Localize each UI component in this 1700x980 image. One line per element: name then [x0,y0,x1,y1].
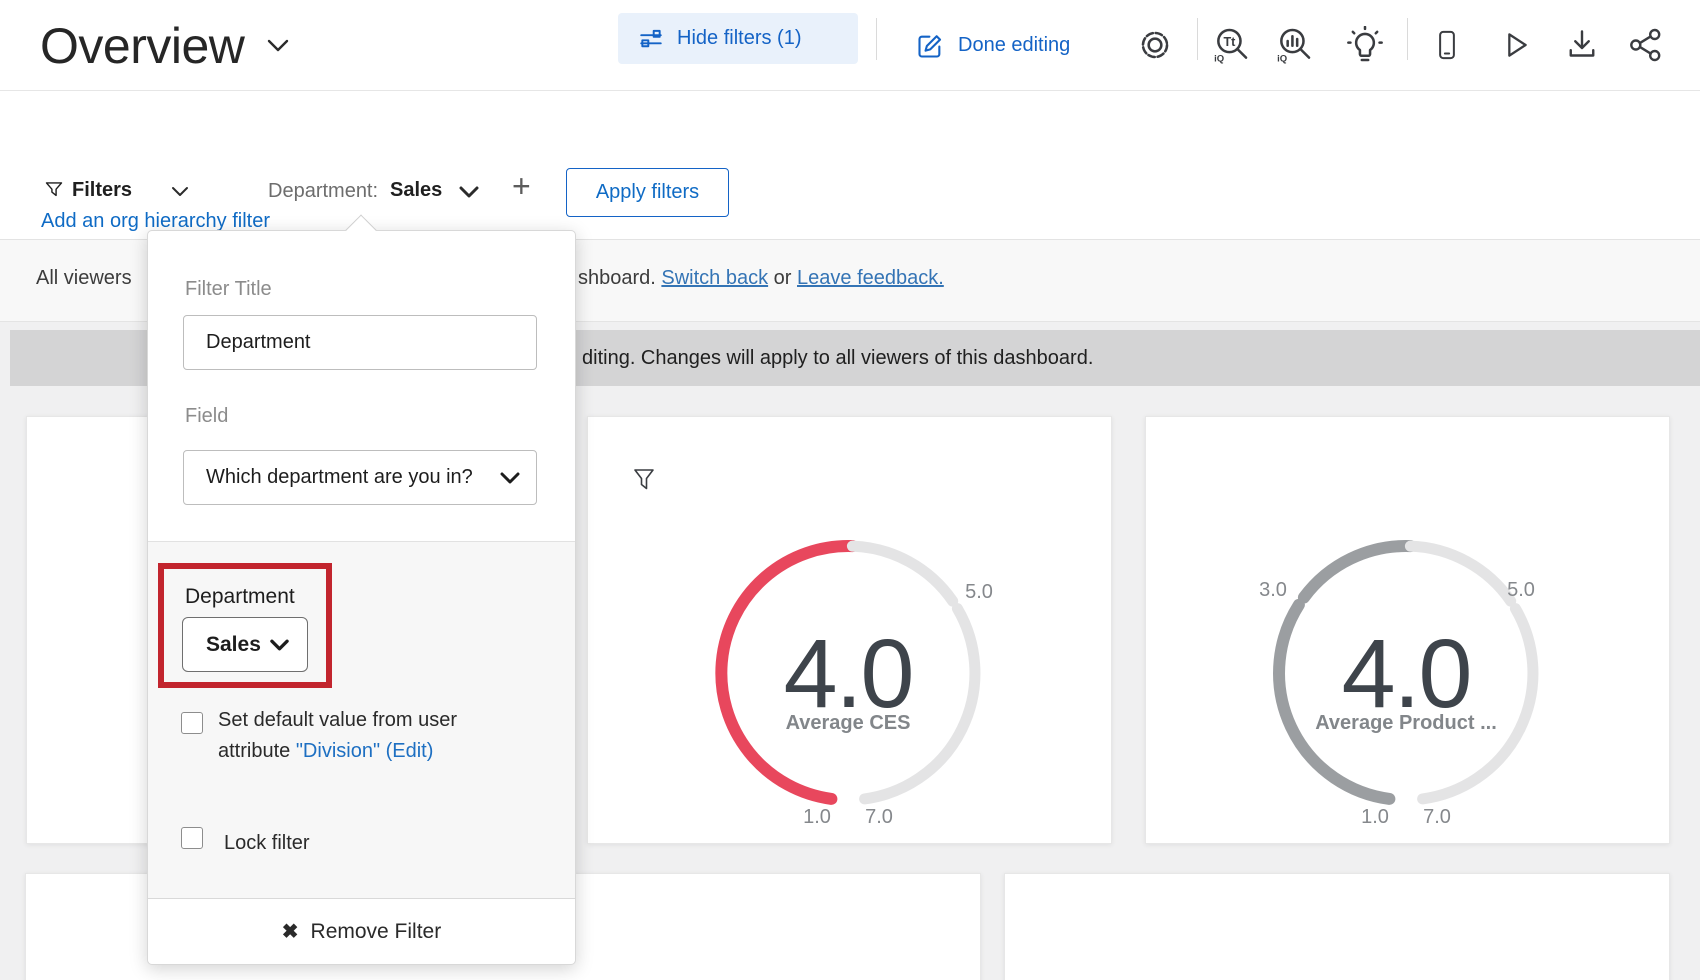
toolbar-divider [1197,18,1198,60]
hide-filters-button[interactable]: Hide filters (1) [618,13,858,64]
text-iq-icon[interactable]: Tt iQ [1212,26,1250,64]
or-text: or [768,267,797,289]
default-value-label: Set default value from user attribute "Di… [218,705,488,767]
sliders-icon [636,26,666,52]
lock-filter-checkbox[interactable] [181,827,203,849]
viewers-notice-text: shboard. [578,267,661,289]
stats-iq-icon[interactable]: iQ [1275,26,1313,64]
department-dropdown-chevron-down-icon [270,639,289,651]
lightbulb-icon[interactable] [1346,26,1384,64]
switch-back-link[interactable]: Switch back [661,267,768,289]
department-value-label: Sales [206,633,261,657]
filter-title-input-value: Department [206,331,311,354]
toolbar-divider [876,18,877,60]
dashboard-page: Overview Hide filters (1) Done editing T… [0,0,1700,980]
filter-title-input[interactable]: Department [183,315,537,370]
share-icon[interactable] [1628,26,1664,64]
popover-department-label: Department [185,585,295,609]
play-icon[interactable] [1498,26,1532,64]
gauge-product-min: 1.0 [1345,806,1405,829]
toolbar-divider [1407,18,1408,60]
default-value-line1: Set default value from user [218,709,457,731]
gauge-product-max: 7.0 [1407,806,1467,829]
lock-filter-label: Lock filter [224,828,310,859]
viewers-notice-left-fragment: All viewers [36,267,132,290]
gauge-product-tick-5: 5.0 [1491,579,1551,602]
remove-filter-label: Remove Filter [311,920,442,944]
gauge-ces-min: 1.0 [787,806,847,829]
filters-funnel-icon [44,180,64,200]
gauge-ces-max: 7.0 [849,806,909,829]
svg-text:iQ: iQ [1277,54,1287,64]
popover-divider [148,541,575,542]
filters-chevron-down-icon[interactable] [171,186,189,197]
field-label: Field [185,405,228,428]
field-select[interactable]: Which department are you in? [183,450,537,505]
widget-filter-funnel-icon[interactable] [632,467,656,495]
hide-filters-label: Hide filters (1) [677,27,801,50]
filter-chip-chevron-down-icon[interactable] [459,186,479,198]
viewers-notice-right-fragment: shboard. Switch back or Leave feedback. [578,267,944,290]
apply-filters-button[interactable]: Apply filters [566,168,729,217]
title-chevron-down-icon[interactable] [267,38,289,53]
svg-text:iQ: iQ [1214,54,1224,64]
field-select-chevron-down-icon [500,472,520,484]
filter-bar-section: Add an org hierarchy filter [0,91,1700,240]
gauge-product-label: Average Product ... [1306,712,1506,735]
svg-text:Tt: Tt [1223,35,1236,49]
remove-filter-button[interactable]: ✖ Remove Filter [148,899,575,964]
add-filter-button[interactable]: + [512,168,531,205]
editing-banner-text: diting. Changes will apply to all viewer… [582,330,1093,386]
department-value-dropdown[interactable]: Sales [182,617,308,672]
gauge-ces-label: Average CES [748,712,948,735]
filter-title-label: Filter Title [185,278,272,301]
default-value-line2-prefix: attribute [218,740,296,762]
download-icon[interactable] [1564,26,1600,64]
settings-gear-icon[interactable] [1136,26,1174,64]
filters-label: Filters [72,179,132,202]
done-editing-button[interactable]: Done editing [916,0,1070,91]
widget-card-bottom-right[interactable] [1004,873,1670,980]
gauge-product-value: 4.0 [1306,625,1506,722]
default-value-checkbox[interactable] [181,712,203,734]
active-filter-name[interactable]: Department: [268,180,378,203]
gauge-ces-tick-5: 5.0 [949,581,1009,604]
top-toolbar: Overview Hide filters (1) Done editing T… [0,0,1700,91]
gauge-product-tick-3: 3.0 [1243,579,1303,602]
mobile-preview-icon[interactable] [1432,26,1462,64]
remove-x-icon: ✖ [282,919,299,944]
division-edit-link[interactable]: "Division" (Edit) [296,740,434,762]
leave-feedback-link[interactable]: Leave feedback. [797,267,944,289]
field-select-value: Which department are you in? [206,466,473,489]
page-title: Overview [40,0,244,91]
done-editing-label: Done editing [958,34,1070,57]
gauge-ces-value: 4.0 [748,625,948,722]
active-filter-value[interactable]: Sales [390,179,442,202]
edit-pencil-icon [916,32,944,60]
